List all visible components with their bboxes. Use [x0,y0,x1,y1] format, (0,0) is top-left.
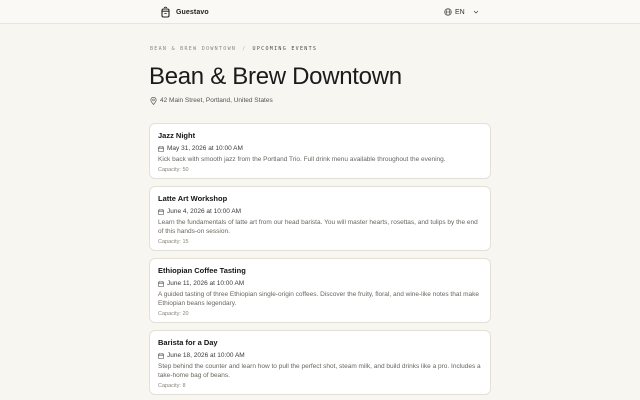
event-capacity: Capacity: 8 [158,383,186,389]
event-description: Kick back with smooth jazz from the Port… [158,156,446,163]
venue-address: 42 Main Street, Portland, United States [150,96,273,105]
page-title: Bean & Brew Downtown [149,63,402,90]
globe-icon [444,8,452,16]
venue-address-text: 42 Main Street, Portland, United States [160,97,273,104]
event-capacity: Capacity: 15 [158,239,189,245]
brand-name: Guestavo [176,8,209,16]
event-description: Learn the fundamentals of latte art from… [158,219,478,235]
calendar-icon [158,145,164,152]
calendar-icon [158,208,164,215]
breadcrumb-venue-link[interactable]: Bean & Brew Downtown [150,46,236,52]
event-date: June 4, 2026 at 10:00 AM [158,207,482,216]
event-date: June 11, 2026 at 10:00 AM [158,279,482,288]
event-title: Ethiopian Coffee Tasting [158,266,246,275]
event-date-text: June 11, 2026 at 10:00 AM [167,280,245,287]
event-description: Step behind the counter and learn how to… [158,363,481,379]
calendar-icon [158,352,164,359]
event-date-text: June 4, 2026 at 10:00 AM [167,208,242,215]
breadcrumb-separator: / [242,46,247,52]
calendar-icon [158,280,164,287]
map-pin-icon [150,96,157,105]
event-card-jazz-night[interactable]: Jazz Night May 31, 2026 at 10:00 AM Kick… [149,123,491,179]
breadcrumb: Bean & Brew Downtown / Upcoming Events [150,46,317,52]
chevron-down-icon [473,10,479,14]
event-card-barista-for-a-day[interactable]: Barista for a Day June 18, 2026 at 10:00… [149,330,491,395]
event-description: A guided tasting of three Ethiopian sing… [158,291,479,307]
event-date-text: May 31, 2026 at 10:00 AM [167,145,243,152]
event-capacity: Capacity: 20 [158,311,189,317]
brand-home-link[interactable]: Guestavo [160,6,209,18]
event-title: Barista for a Day [158,338,218,347]
event-date: May 31, 2026 at 10:00 AM [158,144,482,153]
top-header: Guestavo EN [0,0,640,24]
event-capacity: Capacity: 50 [158,167,189,173]
coffee-cup-logo-icon [161,6,170,18]
event-title: Latte Art Workshop [158,194,228,203]
event-card-latte-art-workshop[interactable]: Latte Art Workshop June 4, 2026 at 10:00… [149,186,491,251]
event-date-text: June 18, 2026 at 10:00 AM [167,352,245,359]
event-card-ethiopian-coffee-tasting[interactable]: Ethiopian Coffee Tasting June 11, 2026 a… [149,258,491,323]
breadcrumb-current: Upcoming Events [252,46,318,52]
language-label: EN [455,8,465,16]
event-date: June 18, 2026 at 10:00 AM [158,351,482,360]
language-selector[interactable]: EN [444,7,480,17]
event-title: Jazz Night [158,131,196,140]
